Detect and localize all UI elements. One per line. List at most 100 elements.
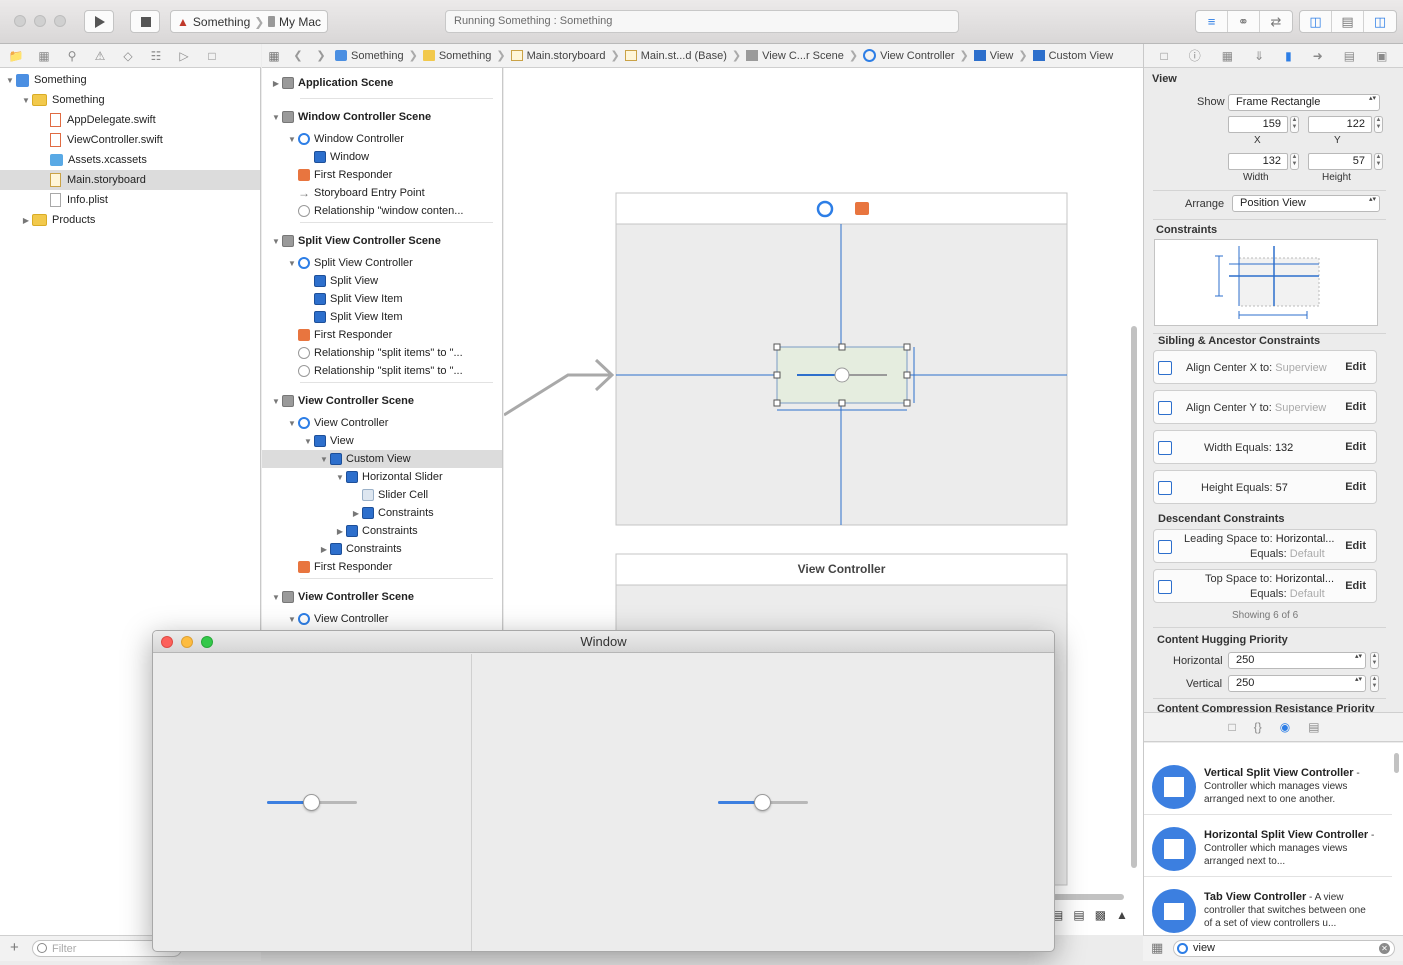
stop-button[interactable] xyxy=(130,10,160,33)
effects-inspector-icon[interactable]: ▣ xyxy=(1376,49,1387,63)
constraint-align-center-y[interactable]: Align Center Y to: Superview Edit xyxy=(1153,390,1377,424)
outline-row[interactable]: First Responder xyxy=(262,326,502,344)
issue-navigator-icon[interactable]: ⚠ xyxy=(92,49,108,63)
report-navigator-icon[interactable]: □ xyxy=(204,49,220,63)
disclosure-down-icon[interactable]: ▼ xyxy=(270,397,282,406)
jump-item-view-controller[interactable]: View Controller xyxy=(860,49,957,62)
pin-icon[interactable]: ▩ xyxy=(1095,908,1106,928)
height-field[interactable]: 57 xyxy=(1308,153,1372,170)
right-slider-knob[interactable] xyxy=(754,794,771,811)
size-inspector-icon[interactable]: ▮ xyxy=(1285,49,1292,63)
debug-area-toggle-icon[interactable]: ▤ xyxy=(1332,11,1364,32)
disclosure-down-icon[interactable]: ▼ xyxy=(270,237,282,246)
related-items-icon[interactable]: ▦ xyxy=(262,49,286,63)
disclosure-down-icon[interactable]: ▼ xyxy=(270,113,282,122)
library-item[interactable]: Horizontal Split View Controller - Contr… xyxy=(1144,817,1392,877)
disclosure-down-icon[interactable]: ▼ xyxy=(286,259,298,268)
back-icon[interactable]: ❮ xyxy=(286,49,310,62)
horizontal-priority-combo[interactable]: 250 xyxy=(1228,652,1366,669)
nav-row-project[interactable]: ▼ Something xyxy=(4,70,261,90)
connections-inspector-icon[interactable]: ➜ xyxy=(1313,49,1323,63)
disclosure-down-icon[interactable]: ▼ xyxy=(286,135,298,144)
debug-navigator-icon[interactable]: ☷ xyxy=(148,49,164,63)
find-navigator-icon[interactable]: ⚲ xyxy=(64,49,80,63)
version-editor-icon[interactable]: ⇄ xyxy=(1260,11,1292,32)
panel-toggle-control[interactable]: ◫ ▤ ◫ xyxy=(1299,10,1397,33)
constraint-align-center-x[interactable]: Align Center X to: Superview Edit xyxy=(1153,350,1377,384)
utilities-toggle-icon[interactable]: ◫ xyxy=(1364,11,1396,32)
disclosure-down-icon[interactable]: ▼ xyxy=(270,593,282,602)
vertical-priority-stepper[interactable]: ▲ ▼ xyxy=(1370,675,1379,692)
outline-row[interactable]: ▶ Constraints xyxy=(262,522,502,540)
project-navigator-icon[interactable]: 📁 xyxy=(8,49,24,63)
close-window-button[interactable] xyxy=(14,15,26,27)
code-snippet-library-icon[interactable]: {} xyxy=(1254,720,1262,734)
height-stepper[interactable]: ▲ ▼ xyxy=(1374,153,1383,170)
assistant-editor-icon[interactable]: ⚭ xyxy=(1228,11,1260,32)
right-slider[interactable] xyxy=(718,792,808,812)
scheme-selector[interactable]: ▲ Something ❯ My Mac xyxy=(170,10,328,33)
disclosure-down-icon[interactable]: ▼ xyxy=(20,96,32,105)
navigator-toggle-icon[interactable]: ◫ xyxy=(1300,11,1332,32)
nav-row-file[interactable]: ViewController.swift xyxy=(50,130,261,150)
outline-row[interactable]: ▶ Application Scene xyxy=(262,74,502,92)
nav-row-file[interactable]: Info.plist xyxy=(50,190,261,210)
outline-row[interactable]: ▼ View xyxy=(262,432,502,450)
nav-row-group[interactable]: ▶ Products xyxy=(20,210,261,230)
breakpoint-navigator-icon[interactable]: ▷ xyxy=(176,49,192,63)
jump-item-view[interactable]: View xyxy=(971,50,1017,62)
library-scrollbar[interactable] xyxy=(1394,753,1399,773)
test-navigator-icon[interactable]: ◇ xyxy=(120,49,136,63)
add-icon[interactable]: + xyxy=(10,939,19,956)
disclosure-right-icon[interactable]: ▶ xyxy=(270,79,282,88)
disclosure-down-icon[interactable]: ▼ xyxy=(286,419,298,428)
x-field[interactable]: 159 xyxy=(1228,116,1288,133)
file-inspector-icon[interactable]: □ xyxy=(1160,49,1167,63)
edit-button[interactable]: Edit xyxy=(1345,481,1366,493)
help-inspector-icon[interactable]: ⓘ xyxy=(1189,47,1201,64)
disclosure-down-icon[interactable]: ▼ xyxy=(302,437,314,446)
jump-item-custom-view[interactable]: Custom View xyxy=(1030,50,1117,62)
outline-row[interactable]: ▼ Window Controller Scene xyxy=(262,108,502,126)
app-zoom-button[interactable] xyxy=(201,636,213,648)
file-template-library-icon[interactable]: □ xyxy=(1228,720,1235,734)
outline-row[interactable]: Relationship "split items" to "... xyxy=(262,344,502,362)
outline-row[interactable]: ▶ Constraints xyxy=(262,540,502,558)
outline-row[interactable]: Split View Item xyxy=(262,290,502,308)
app-minimize-button[interactable] xyxy=(181,636,193,648)
split-view-divider[interactable] xyxy=(471,654,472,951)
outline-row[interactable]: ▼ View Controller xyxy=(262,414,502,432)
outline-row[interactable]: ▼ Split View Controller Scene xyxy=(262,232,502,250)
outline-row[interactable]: Relationship "window conten... xyxy=(262,202,502,220)
x-stepper[interactable]: ▲ ▼ xyxy=(1290,116,1299,133)
outline-row[interactable]: ▼ View Controller Scene xyxy=(262,588,502,606)
disclosure-down-icon[interactable]: ▼ xyxy=(4,76,16,85)
width-field[interactable]: 132 xyxy=(1228,153,1288,170)
jump-item-localization[interactable]: Main.st...d (Base) xyxy=(622,50,730,62)
constraint-width[interactable]: Width Equals: 132 Edit xyxy=(1153,430,1377,464)
editor-mode-control[interactable]: ≡ ⚭ ⇄ xyxy=(1195,10,1293,33)
constraint-height[interactable]: Height Equals: 57 Edit xyxy=(1153,470,1377,504)
outline-row[interactable]: ▶ Constraints xyxy=(262,504,502,522)
grid-view-icon[interactable]: ▦ xyxy=(1151,940,1163,956)
media-library-icon[interactable]: ▤ xyxy=(1308,720,1319,734)
library-item[interactable]: Tab View Controller - A view controller … xyxy=(1144,879,1392,935)
y-stepper[interactable]: ▲ ▼ xyxy=(1374,116,1383,133)
horizontal-priority-stepper[interactable]: ▲ ▼ xyxy=(1370,652,1379,669)
bindings-inspector-icon[interactable]: ▤ xyxy=(1344,49,1355,63)
outline-row[interactable]: Slider Cell xyxy=(262,486,502,504)
arrange-popup[interactable]: Position View xyxy=(1232,195,1380,212)
outline-row[interactable]: ▼ Split View Controller xyxy=(262,254,502,272)
edit-button[interactable]: Edit xyxy=(1345,361,1366,373)
disclosure-down-icon[interactable]: ▼ xyxy=(318,455,330,464)
disclosure-down-icon[interactable]: ▼ xyxy=(286,615,298,624)
outline-row[interactable]: Relationship "split items" to "... xyxy=(262,362,502,380)
clear-search-icon[interactable]: ✕ xyxy=(1379,943,1390,954)
disclosure-down-icon[interactable]: ▼ xyxy=(334,473,346,482)
outline-row[interactable]: Split View Item xyxy=(262,308,502,326)
outline-row[interactable]: ▼ Horizontal Slider xyxy=(262,468,502,486)
identity-inspector-icon[interactable]: ▦ xyxy=(1222,49,1233,63)
nav-row-group[interactable]: ▼ Something xyxy=(20,90,261,110)
outline-row[interactable]: ▼ View Controller Scene xyxy=(262,392,502,410)
outline-row[interactable]: First Responder xyxy=(262,166,502,184)
